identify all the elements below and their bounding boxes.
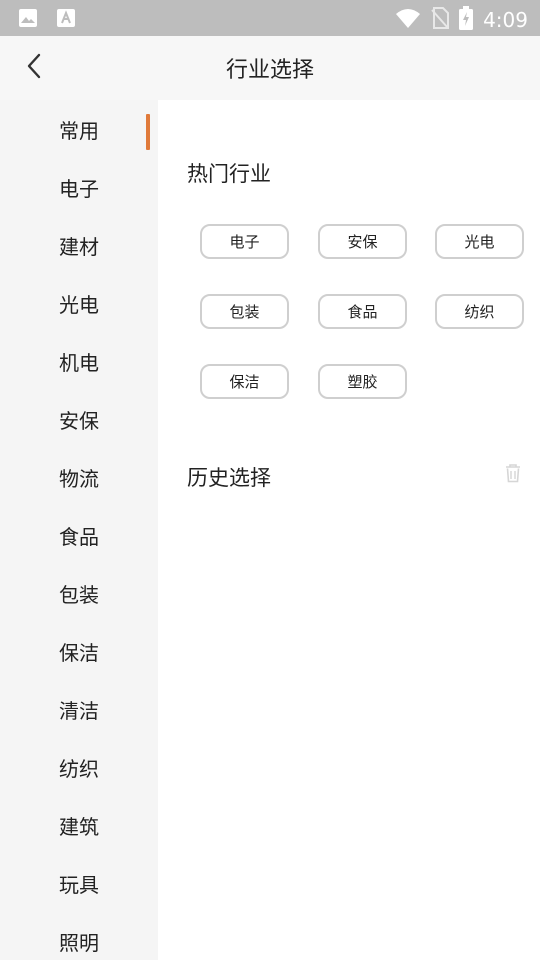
hot-chip-security[interactable]: 安保 [318, 224, 407, 259]
sidebar-item-packaging[interactable]: 包装 [0, 566, 158, 624]
sidebar-item-optoelectronics[interactable]: 光电 [0, 276, 158, 334]
wifi-icon [395, 7, 421, 33]
status-bar: 4:09 [0, 0, 540, 36]
sidebar-item-logistics[interactable]: 物流 [0, 450, 158, 508]
sidebar-item-construction[interactable]: 建筑 [0, 798, 158, 856]
trash-icon [504, 463, 522, 487]
hot-chip-food[interactable]: 食品 [318, 294, 407, 329]
sidebar-item-common[interactable]: 常用 [0, 102, 158, 160]
sidebar-item-cleaning[interactable]: 清洁 [0, 682, 158, 740]
hot-industries-title: 热门行业 [187, 162, 271, 186]
industry-sidebar: 常用 电子 建材 光电 机电 安保 物流 食品 包装 保洁 清洁 纺织 建筑 玩… [0, 100, 158, 960]
app-header: 行业选择 [0, 36, 540, 101]
hot-chip-textile[interactable]: 纺织 [435, 294, 524, 329]
hot-chip-optoelectronics[interactable]: 光电 [435, 224, 524, 259]
hot-chip-electronics[interactable]: 电子 [200, 224, 289, 259]
hot-chip-plastics[interactable]: 塑胶 [318, 364, 407, 399]
sidebar-item-lighting[interactable]: 照明 [0, 914, 158, 960]
page-title: 行业选择 [225, 58, 314, 83]
hot-chip-housekeeping[interactable]: 保洁 [200, 364, 289, 399]
status-time: 4:09 [483, 8, 528, 32]
sidebar-item-toys[interactable]: 玩具 [0, 856, 158, 914]
image-icon [18, 8, 38, 32]
battery-charging-icon [459, 6, 474, 34]
sidebar-item-textile[interactable]: 纺织 [0, 740, 158, 798]
clear-history-button[interactable] [502, 464, 524, 486]
main-content: 热门行业 电子 安保 光电 包装 食品 纺织 保洁 塑胶 历史选择 [158, 100, 540, 960]
sidebar-item-electronics[interactable]: 电子 [0, 160, 158, 218]
sidebar-item-building-materials[interactable]: 建材 [0, 218, 158, 276]
sidebar-item-security[interactable]: 安保 [0, 392, 158, 450]
sidebar-item-housekeeping[interactable]: 保洁 [0, 624, 158, 682]
notification-icon [56, 8, 76, 32]
hot-chip-packaging[interactable]: 包装 [200, 294, 289, 329]
no-sim-icon [431, 7, 450, 33]
sidebar-item-food[interactable]: 食品 [0, 508, 158, 566]
history-title: 历史选择 [187, 466, 271, 490]
sidebar-item-electromechanical[interactable]: 机电 [0, 334, 158, 392]
